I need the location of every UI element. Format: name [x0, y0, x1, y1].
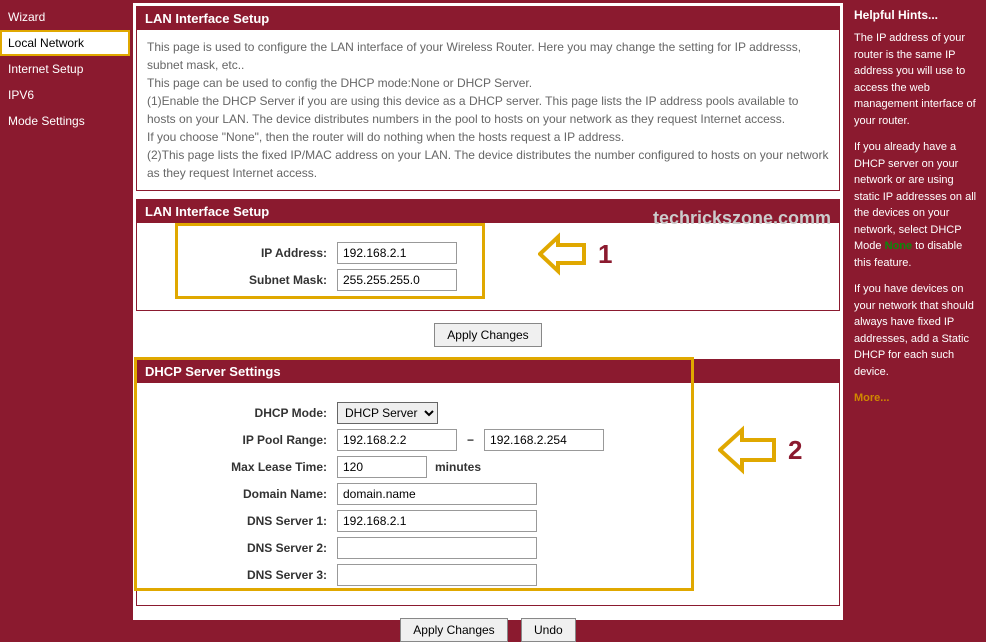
row-dhcp-mode: DHCP Mode: DHCP Server	[147, 402, 829, 424]
panel-dhcp-settings: DHCP Server Settings DHCP Mode: DHCP Ser…	[136, 359, 840, 606]
subnet-mask-input[interactable]	[337, 269, 457, 291]
pool-dash: −	[467, 431, 474, 449]
desc-line: This page can be used to config the DHCP…	[147, 74, 829, 92]
hints-more-link[interactable]: More...	[854, 392, 889, 404]
row-ip-address: IP Address:	[147, 242, 829, 264]
ip-pool-label: IP Pool Range:	[147, 431, 337, 449]
row-domain-name: Domain Name:	[147, 483, 829, 505]
hints-title: Helpful Hints...	[854, 6, 978, 24]
hints-p2-pre: If you already have a DHCP server on you…	[854, 141, 976, 252]
arrow-left-icon	[538, 231, 588, 277]
ip-pool-end-input[interactable]	[484, 429, 604, 451]
row-subnet-mask: Subnet Mask:	[147, 269, 829, 291]
dhcp-mode-select[interactable]: DHCP Server	[337, 402, 438, 424]
page-description: This page is used to configure the LAN i…	[137, 30, 839, 190]
dns2-input[interactable]	[337, 537, 537, 559]
desc-line: This page is used to configure the LAN i…	[147, 38, 829, 74]
desc-line: If you choose "None", then the router wi…	[147, 128, 829, 146]
ip-pool-start-input[interactable]	[337, 429, 457, 451]
lease-time-input[interactable]	[337, 456, 427, 478]
dns1-label: DNS Server 1:	[147, 512, 337, 530]
dns2-label: DNS Server 2:	[147, 539, 337, 557]
apply-changes-button[interactable]: Apply Changes	[434, 323, 541, 347]
lease-time-label: Max Lease Time:	[147, 458, 337, 476]
row-dns1: DNS Server 1:	[147, 510, 829, 532]
ip-address-label: IP Address:	[147, 244, 337, 262]
page-title: LAN Interface Setup	[137, 7, 839, 30]
main-content: LAN Interface Setup This page is used to…	[133, 3, 843, 620]
dns3-label: DNS Server 3:	[147, 566, 337, 584]
apply-row-2: Apply Changes Undo	[136, 618, 840, 642]
dns3-input[interactable]	[337, 564, 537, 586]
hints-none-word: None	[885, 240, 913, 252]
dns1-input[interactable]	[337, 510, 537, 532]
panel-intro: LAN Interface Setup This page is used to…	[136, 6, 840, 191]
apply-row-1: Apply Changes	[136, 323, 840, 347]
apply-changes-button-2[interactable]: Apply Changes	[400, 618, 507, 642]
subnet-mask-label: Subnet Mask:	[147, 271, 337, 289]
lan-section-title: LAN Interface Setup	[137, 200, 839, 223]
domain-name-input[interactable]	[337, 483, 537, 505]
dhcp-section-title: DHCP Server Settings	[137, 360, 839, 383]
arrow-annotation-2: 2	[718, 423, 802, 477]
sidebar-item-mode-settings[interactable]: Mode Settings	[0, 108, 130, 134]
annotation-number-2: 2	[788, 435, 802, 466]
sidebar-item-internet-setup[interactable]: Internet Setup	[0, 56, 130, 82]
row-dns3: DNS Server 3:	[147, 564, 829, 586]
lease-time-unit: minutes	[435, 458, 481, 476]
hints-p1: The IP address of your router is the sam…	[854, 30, 978, 129]
hints-p3: If you have devices on your network that…	[854, 281, 978, 380]
domain-name-label: Domain Name:	[147, 485, 337, 503]
hints-panel: Helpful Hints... The IP address of your …	[846, 0, 986, 623]
dhcp-mode-label: DHCP Mode:	[147, 404, 337, 422]
undo-button[interactable]: Undo	[521, 618, 576, 642]
ip-address-input[interactable]	[337, 242, 457, 264]
sidebar: Wizard Local Network Internet Setup IPV6…	[0, 0, 130, 623]
desc-line: (1)Enable the DHCP Server if you are usi…	[147, 92, 829, 128]
desc-line: (2)This page lists the fixed IP/MAC addr…	[147, 146, 829, 182]
sidebar-item-local-network[interactable]: Local Network	[0, 30, 130, 56]
annotation-number-1: 1	[598, 239, 612, 270]
panel-lan-setup: LAN Interface Setup IP Address: Subnet M…	[136, 199, 840, 311]
arrow-annotation-1: 1	[538, 231, 612, 277]
row-dns2: DNS Server 2:	[147, 537, 829, 559]
sidebar-item-wizard[interactable]: Wizard	[0, 4, 130, 30]
arrow-left-icon	[718, 423, 778, 477]
sidebar-item-ipv6[interactable]: IPV6	[0, 82, 130, 108]
hints-p2: If you already have a DHCP server on you…	[854, 139, 978, 271]
